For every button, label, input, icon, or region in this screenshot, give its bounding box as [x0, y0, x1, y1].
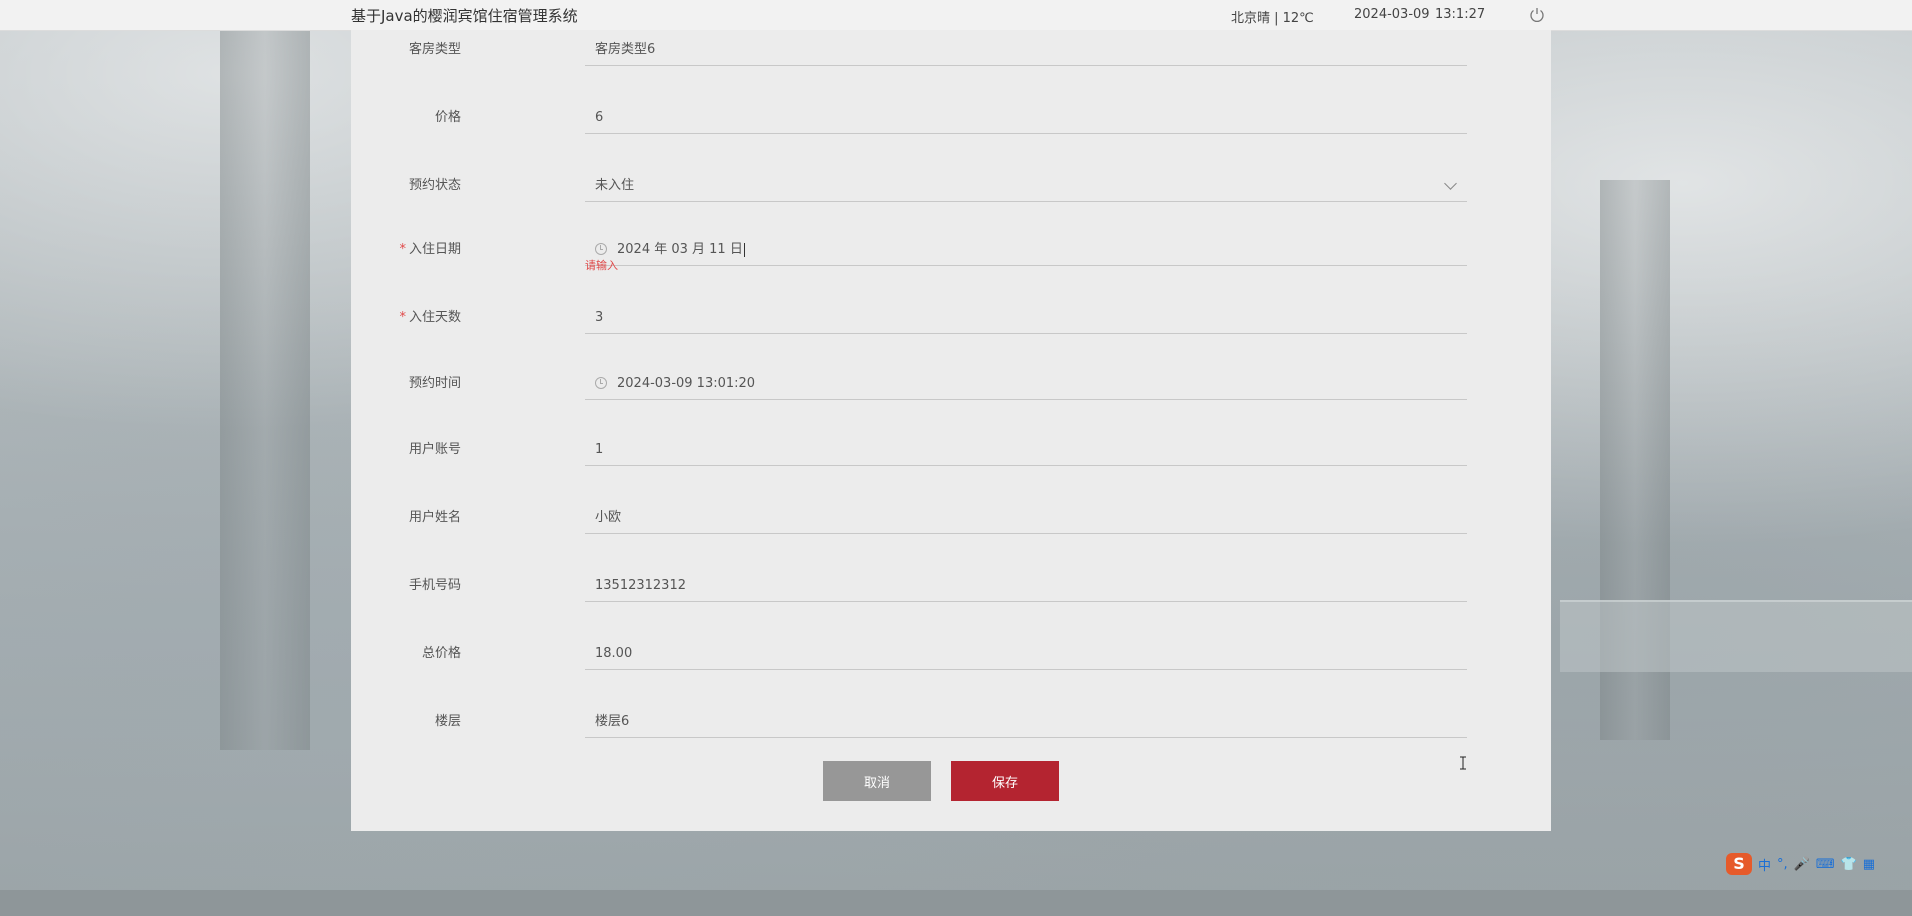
top-bar: 基于Java的樱润宾馆住宿管理系统 北京晴 | 12℃ 2024-03-09 1… — [0, 0, 1912, 31]
form-row-room-type: 客房类型 客房类型6 — [351, 30, 1551, 66]
checkin-date-error: 请输入 — [585, 259, 618, 272]
form-row-user-account: 用户账号 1 — [351, 430, 1551, 466]
chevron-down-icon[interactable] — [1444, 177, 1457, 190]
floor-label: 楼层 — [434, 714, 461, 729]
form-row-phone: 手机号码 13512312312 — [351, 566, 1551, 602]
skin-icon[interactable]: 👕 — [1841, 857, 1857, 872]
grid-menu-icon[interactable]: ▦ — [1863, 857, 1875, 872]
text-cursor-icon — [1459, 755, 1467, 770]
ime-punctuation-icon[interactable]: °, — [1777, 857, 1788, 872]
user-name-field[interactable]: 小欧 — [585, 502, 1467, 534]
clock-icon — [595, 376, 607, 389]
stay-days-input[interactable]: 3 — [585, 302, 1467, 334]
current-time: 13:1:27 — [1435, 7, 1486, 22]
clock-icon — [595, 242, 607, 255]
save-button[interactable]: 保存 — [951, 761, 1059, 801]
form-row-booking-status: 预约状态 未入住 — [351, 166, 1551, 202]
checkin-date-input[interactable]: 2024 年 03 月 11 日 — [585, 234, 1467, 266]
current-date: 2024-03-09 — [1354, 7, 1430, 22]
ime-toolbar: S 中 °, 🎤 ⌨ 👕 ▦ — [1726, 850, 1906, 878]
weather-info: 北京晴 | 12℃ — [1231, 11, 1314, 26]
form-row-user-name: 用户姓名 小欧 — [351, 498, 1551, 534]
bottom-strip — [0, 890, 1912, 916]
phone-field[interactable]: 13512312312 — [585, 570, 1467, 602]
user-name-label: 用户姓名 — [408, 510, 461, 525]
booking-status-select[interactable]: 未入住 — [585, 170, 1467, 202]
background-pillar-left — [220, 30, 310, 750]
user-account-field[interactable]: 1 — [585, 434, 1467, 466]
room-type-label: 客房类型 — [408, 42, 461, 57]
checkin-date-label-text: 入住日期 — [408, 242, 461, 257]
total-price-field[interactable]: 18.00 — [585, 638, 1467, 670]
form-row-booking-time: 预约时间 2024-03-09 13:01:20 — [351, 364, 1551, 400]
phone-label: 手机号码 — [408, 578, 461, 593]
stay-days-label-text: 入住天数 — [408, 310, 461, 325]
ime-logo-icon[interactable]: S — [1726, 853, 1752, 875]
form-row-stay-days: * 入住天数 3 — [351, 298, 1551, 334]
booking-form-panel: 客房类型 客房类型6 价格 6 预约状态 未入住 * 入住日期 2024 年 03… — [351, 30, 1551, 831]
cancel-button[interactable]: 取消 — [823, 761, 931, 801]
required-mark: * — [399, 310, 406, 325]
form-row-checkin-date: * 入住日期 2024 年 03 月 11 日 — [351, 230, 1551, 266]
booking-time-value: 2024-03-09 13:01:20 — [617, 376, 756, 391]
power-icon[interactable] — [1528, 6, 1546, 24]
floor-field[interactable]: 楼层6 — [585, 706, 1467, 738]
stay-days-label: * 入住天数 — [399, 306, 461, 325]
user-account-label: 用户账号 — [408, 442, 461, 457]
room-type-field[interactable]: 客房类型6 — [585, 34, 1467, 66]
background-railing — [1560, 600, 1912, 672]
price-label: 价格 — [434, 110, 461, 125]
form-row-price: 价格 6 — [351, 98, 1551, 134]
price-field[interactable]: 6 — [585, 102, 1467, 134]
form-row-floor: 楼层 楼层6 — [351, 702, 1551, 738]
text-caret — [743, 242, 745, 257]
booking-status-value: 未入住 — [595, 178, 635, 193]
checkin-date-label: * 入住日期 — [399, 238, 461, 257]
booking-time-label: 预约时间 — [408, 376, 461, 391]
ime-chinese-mode[interactable]: 中 — [1758, 855, 1771, 874]
app-title: 基于Java的樱润宾馆住宿管理系统 — [351, 7, 578, 25]
booking-status-label: 预约状态 — [408, 178, 461, 193]
microphone-icon[interactable]: 🎤 — [1794, 857, 1810, 872]
booking-time-input[interactable]: 2024-03-09 13:01:20 — [585, 368, 1467, 400]
form-row-total-price: 总价格 18.00 — [351, 634, 1551, 670]
keyboard-icon[interactable]: ⌨ — [1816, 857, 1835, 872]
total-price-label: 总价格 — [421, 646, 461, 661]
checkin-date-value: 2024 年 03 月 11 日 — [617, 242, 743, 257]
required-mark: * — [399, 242, 406, 257]
